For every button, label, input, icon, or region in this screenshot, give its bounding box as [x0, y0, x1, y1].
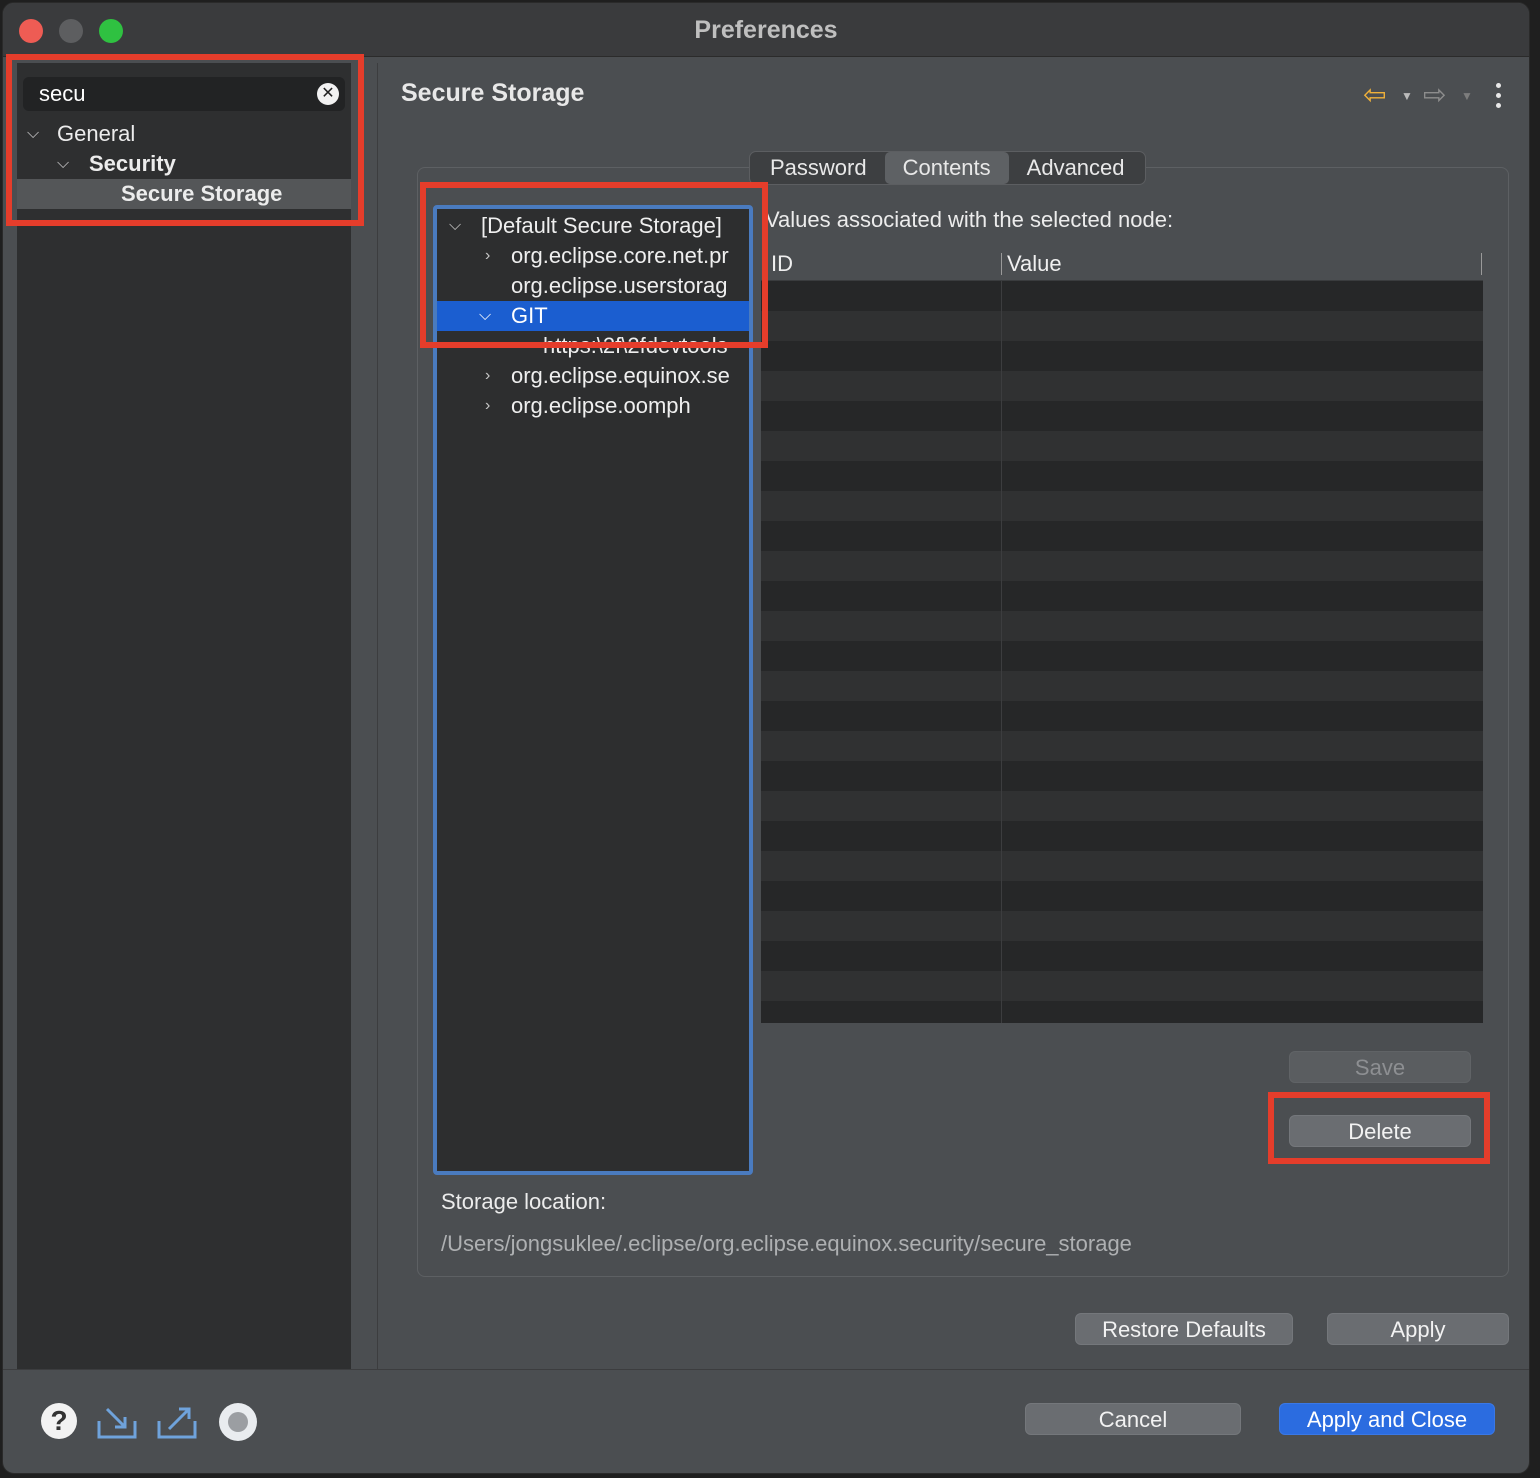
nav-item-label: General [57, 121, 136, 146]
filter-input[interactable] [39, 81, 299, 107]
column-header-value[interactable]: Value [1007, 247, 1062, 281]
tree-item-label: [Default Secure Storage] [481, 213, 722, 238]
tab-advanced[interactable]: Advanced [1009, 152, 1143, 184]
tab-contents[interactable]: Contents [884, 152, 1009, 184]
import-icon[interactable] [95, 1401, 139, 1441]
table-header: ID Value [761, 247, 1483, 281]
panel-divider [377, 63, 378, 1369]
forward-arrow-icon[interactable]: ⇨ [1423, 81, 1446, 109]
tree-item-label: org.eclipse.userstorag [511, 273, 728, 298]
tab-password[interactable]: Password [752, 152, 885, 184]
chevron-right-icon[interactable]: › [485, 361, 490, 391]
nav-item-label: Secure Storage [121, 181, 283, 206]
cancel-button[interactable]: Cancel [1025, 1403, 1241, 1435]
storage-location-path: /Users/jongsuklee/.eclipse/org.eclipse.e… [441, 1231, 1132, 1256]
column-separator[interactable] [1481, 253, 1482, 275]
tree-item-label: GIT [511, 303, 548, 328]
chevron-down-icon[interactable]: ⌵ [57, 149, 69, 179]
title-bar: Preferences [3, 3, 1529, 57]
chevron-down-icon[interactable]: ⌵ [27, 119, 39, 149]
footer-divider [3, 1369, 1529, 1370]
storage-location-label: Storage location: [441, 1189, 607, 1214]
preferences-window: Preferences ✕ ⌵ General ⌵ Security Secur… [2, 2, 1530, 1474]
forward-dropdown-icon[interactable]: ▼ [1461, 89, 1473, 103]
tree-item-git[interactable]: ⌵ GIT [437, 301, 749, 331]
restore-defaults-button[interactable]: Restore Defaults [1075, 1313, 1293, 1345]
page-title: Secure Storage [401, 79, 585, 107]
preferences-nav-panel: ✕ ⌵ General ⌵ Security Secure Storage [17, 63, 351, 1369]
apply-and-close-button[interactable]: Apply and Close [1279, 1403, 1495, 1435]
tree-item-git-url[interactable]: https:\2f\2fdevtools [437, 331, 749, 361]
record-icon[interactable] [219, 1403, 257, 1441]
back-dropdown-icon[interactable]: ▼ [1401, 89, 1413, 103]
values-table[interactable]: ID Value [761, 247, 1483, 1023]
tree-item-label: org.eclipse.core.net.pr [511, 243, 729, 268]
help-icon[interactable]: ? [41, 1403, 77, 1439]
tree-item-core-net[interactable]: › org.eclipse.core.net.pr [437, 241, 749, 271]
delete-button[interactable]: Delete [1289, 1115, 1471, 1147]
filter-box: ✕ [23, 77, 345, 111]
nav-item-label: Security [89, 151, 176, 176]
table-body [761, 281, 1483, 1023]
tree-item-userstorage[interactable]: org.eclipse.userstorag [437, 271, 749, 301]
nav-item-secure-storage[interactable]: Secure Storage [17, 179, 351, 209]
apply-button[interactable]: Apply [1327, 1313, 1509, 1345]
chevron-down-icon[interactable]: ⌵ [449, 211, 461, 241]
preferences-tree: ⌵ General ⌵ Security Secure Storage [17, 119, 351, 209]
view-menu-icon[interactable] [1487, 81, 1511, 111]
nav-item-security[interactable]: ⌵ Security [17, 149, 351, 179]
values-label: Values associated with the selected node… [765, 207, 1174, 232]
chevron-right-icon[interactable]: › [485, 241, 490, 271]
clear-filter-icon[interactable]: ✕ [317, 83, 339, 105]
chevron-right-icon[interactable]: › [485, 391, 490, 421]
save-button[interactable]: Save [1289, 1051, 1471, 1083]
column-header-id[interactable]: ID [771, 247, 793, 281]
column-divider [1001, 281, 1002, 1023]
tree-item-oomph[interactable]: › org.eclipse.oomph [437, 391, 749, 421]
column-separator[interactable] [1001, 253, 1002, 275]
export-icon[interactable] [155, 1401, 199, 1441]
tree-item-label: org.eclipse.equinox.se [511, 363, 730, 388]
tree-item-default-storage[interactable]: ⌵ [Default Secure Storage] [437, 211, 749, 241]
tab-bar: Password Contents Advanced [749, 151, 1146, 185]
tree-item-equinox-security[interactable]: › org.eclipse.equinox.se [437, 361, 749, 391]
tree-item-label: https:\2f\2fdevtools [543, 333, 728, 358]
tree-item-label: org.eclipse.oomph [511, 393, 691, 418]
window-title: Preferences [694, 16, 838, 44]
nav-item-general[interactable]: ⌵ General [17, 119, 351, 149]
back-arrow-icon[interactable]: ⇦ [1363, 81, 1386, 109]
chevron-down-icon[interactable]: ⌵ [479, 301, 491, 331]
secure-storage-tree[interactable]: ⌵ [Default Secure Storage] › org.eclipse… [433, 205, 753, 1175]
